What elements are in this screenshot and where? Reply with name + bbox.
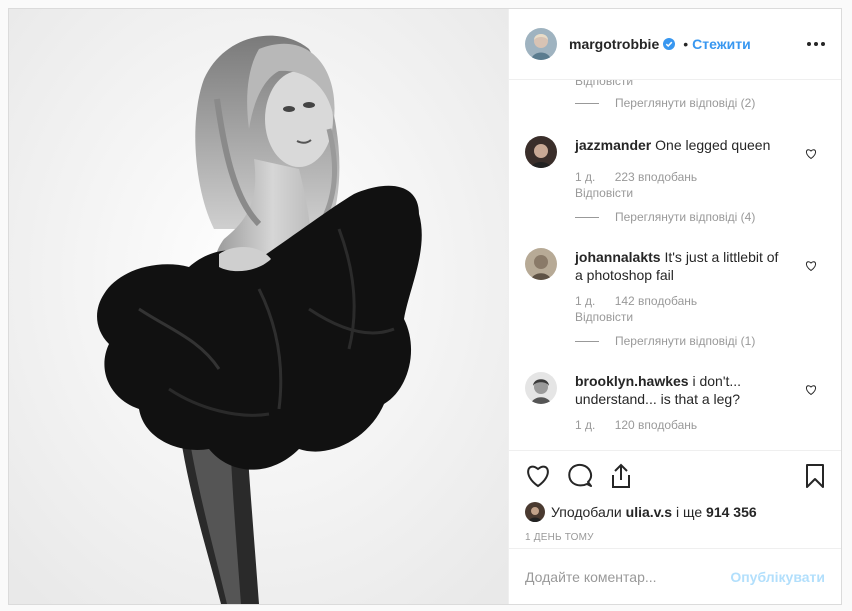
comment-body: One legged queen [655, 137, 771, 153]
comment-text: johannalakts It's just a littlebit of a … [575, 248, 783, 284]
add-comment-bar: Опублікувати [509, 548, 841, 604]
author-username[interactable]: margotrobbie [569, 36, 659, 52]
divider-line [575, 216, 599, 218]
view-replies-button[interactable]: Переглянути відповіді (1) [575, 332, 825, 350]
reply-button[interactable]: Відповісти [575, 310, 783, 324]
follow-button[interactable]: Стежити [692, 36, 751, 52]
comment-time[interactable]: 1 д. [575, 294, 595, 308]
liker-username[interactable]: ulia.v.s [626, 504, 672, 520]
commenter-avatar-image [525, 372, 557, 404]
separator-dot: • [683, 36, 689, 52]
commenter-avatar[interactable] [525, 372, 557, 404]
share-icon[interactable] [609, 463, 633, 489]
comment-likes[interactable]: 223 вподобань [615, 170, 697, 184]
comment-likes[interactable]: 142 вподобань [615, 294, 697, 308]
comment-input[interactable] [525, 568, 731, 585]
reply-button[interactable]: Відповісти [575, 186, 783, 200]
post-photo[interactable] [9, 9, 509, 604]
view-replies-button[interactable]: Переглянути відповіді (4) [575, 208, 825, 226]
comment-text: jazzmander One legged queen [575, 136, 783, 154]
comments-list[interactable]: Відповісти Переглянути відповіді (2) jaz… [509, 80, 841, 450]
post-time-ago[interactable]: 1 ДЕНЬ ТОМУ [509, 532, 841, 543]
comment-likes[interactable]: 120 вподобань [615, 418, 697, 432]
comment-time[interactable]: 1 д. [575, 418, 595, 432]
likes-summary: Уподобали ulia.v.s і ще 914 356 [509, 500, 841, 524]
divider-line [575, 102, 599, 104]
view-replies-label: Переглянути відповіді (1) [615, 334, 756, 348]
comment-item: brooklyn.hawkes i don't... understand...… [525, 372, 825, 432]
view-replies-label: Переглянути відповіді (2) [615, 96, 756, 110]
commenter-username[interactable]: jazzmander [575, 137, 651, 153]
post-actions-bar [509, 450, 841, 500]
publish-button[interactable]: Опублікувати [730, 569, 825, 585]
comment-text: brooklyn.hawkes i don't... understand...… [575, 372, 783, 408]
more-options-icon[interactable] [807, 42, 825, 46]
verified-badge-icon [663, 38, 676, 50]
likes-prefix: Уподобали [551, 504, 622, 520]
comment-time[interactable]: 1 д. [575, 170, 595, 184]
comment-meta: 1 д. 120 вподобань [575, 418, 783, 432]
divider-line [575, 340, 599, 342]
post-image [9, 9, 508, 604]
comment-heart-icon[interactable] [805, 148, 817, 160]
comment-heart-icon[interactable] [805, 260, 817, 272]
view-replies-label: Переглянути відповіді (4) [615, 210, 756, 224]
post-sidebar: margotrobbie • Стежити Відповісти Перегл… [509, 9, 841, 604]
reply-button[interactable]: Відповісти [575, 80, 633, 88]
post-header: margotrobbie • Стежити [509, 9, 841, 80]
commenter-username[interactable]: brooklyn.hawkes [575, 373, 689, 389]
commenter-avatar[interactable] [525, 136, 557, 168]
comment-heart-icon[interactable] [805, 384, 817, 396]
comment-meta: 1 д. 142 вподобань [575, 294, 783, 308]
commenter-username[interactable]: johannalakts [575, 249, 661, 265]
post-card: margotrobbie • Стежити Відповісти Перегл… [8, 8, 842, 605]
author-avatar-image [525, 28, 557, 60]
comment-icon[interactable] [567, 463, 593, 489]
commenter-avatar[interactable] [525, 248, 557, 280]
liker-avatar-image [525, 502, 545, 522]
view-replies-button[interactable]: Переглянути відповіді (2) [575, 94, 825, 112]
heart-icon[interactable] [525, 464, 551, 488]
commenter-avatar-image [525, 136, 557, 168]
liker-avatar[interactable] [525, 502, 545, 522]
likes-middle: і ще [675, 504, 703, 520]
comment-item: johannalakts It's just a littlebit of a … [525, 248, 825, 324]
bookmark-icon[interactable] [805, 463, 825, 489]
author-avatar[interactable] [525, 28, 557, 60]
comment-item: jazzmander One legged queen 1 д. 223 впо… [525, 136, 825, 200]
comment-meta: 1 д. 223 вподобань [575, 170, 783, 184]
commenter-avatar-image [525, 248, 557, 280]
likes-count[interactable]: 914 356 [706, 504, 757, 520]
